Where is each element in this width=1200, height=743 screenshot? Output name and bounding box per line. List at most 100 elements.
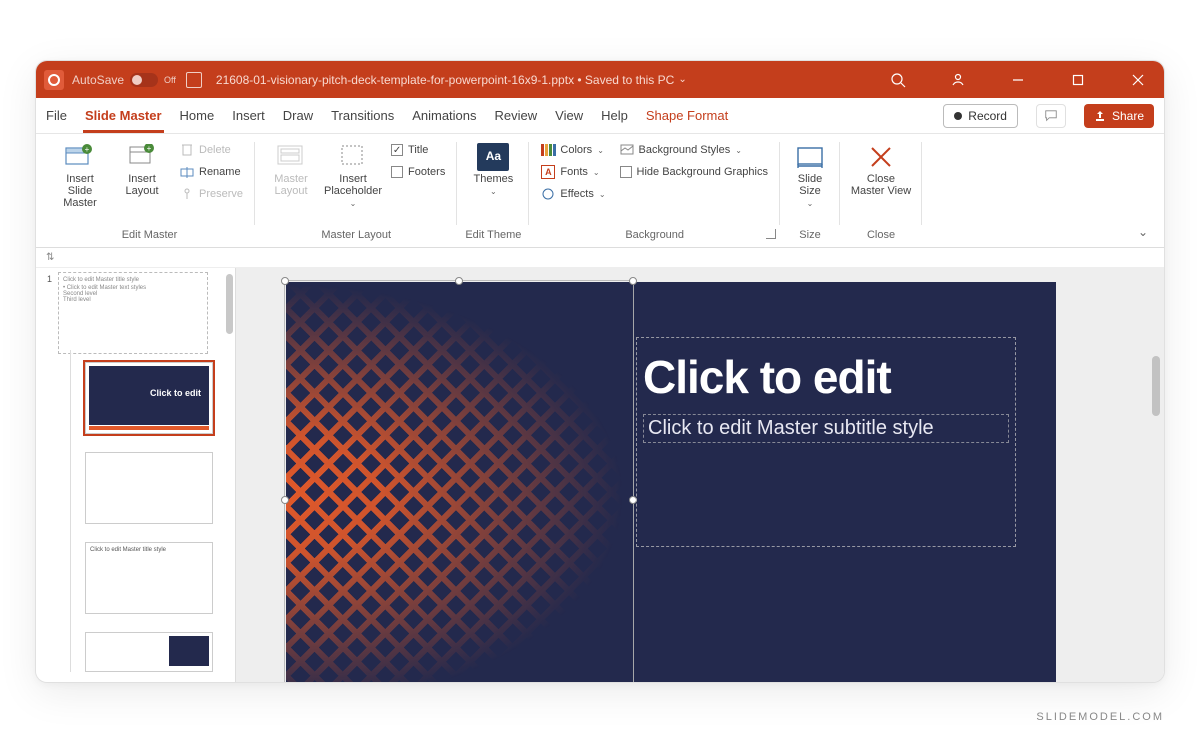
tab-help[interactable]: Help	[601, 98, 628, 133]
tab-slide-master[interactable]: Slide Master	[85, 98, 162, 133]
toggle-switch[interactable]	[130, 73, 158, 87]
slide-canvas-area[interactable]: Click to edit Click to edit Master subti…	[236, 268, 1164, 682]
tab-review[interactable]: Review	[495, 98, 538, 133]
collapse-ribbon-chevron-icon[interactable]: ⌄	[1138, 225, 1148, 239]
tab-view[interactable]: View	[555, 98, 583, 133]
share-button[interactable]: Share	[1084, 104, 1154, 128]
title-text[interactable]: Click to edit	[643, 350, 1009, 404]
tab-insert[interactable]: Insert	[232, 98, 265, 133]
group-close-label: Close	[867, 227, 895, 243]
slide-canvas[interactable]: Click to edit Click to edit Master subti…	[286, 282, 1056, 682]
selection-handle[interactable]	[281, 496, 289, 504]
qat-chevron-icon[interactable]: ⇅	[46, 252, 54, 263]
background-styles-dropdown[interactable]: Background Styles⌄	[616, 140, 772, 160]
canvas-scrollbar[interactable]	[1152, 356, 1160, 416]
minimize-button[interactable]	[1000, 66, 1036, 94]
titlebar: AutoSave Off 21608-01-visionary-pitch-de…	[36, 61, 1164, 98]
tab-home[interactable]: Home	[180, 98, 215, 133]
group-background: Colors⌄ AFonts⌄ Effects⌄ Background Styl…	[529, 134, 780, 243]
close-button[interactable]	[1120, 66, 1156, 94]
rename-button[interactable]: Rename	[176, 162, 247, 182]
share-label: Share	[1112, 109, 1144, 123]
selection-handle[interactable]	[455, 277, 463, 285]
themes-button[interactable]: Aa Themes ⌄	[465, 140, 521, 212]
group-size: Slide Size ⌄ Size	[780, 134, 840, 243]
selection-outline[interactable]	[284, 280, 634, 682]
group-close: Close Master View Close	[840, 134, 922, 243]
record-button[interactable]: Record	[943, 104, 1018, 128]
title-chevron-icon[interactable]: ⌄	[678, 74, 686, 85]
comments-button[interactable]	[1036, 104, 1066, 128]
rename-icon	[180, 165, 194, 179]
group-background-label: Background	[625, 227, 684, 243]
insert-placeholder-button[interactable]: Insert Placeholder ⌄	[325, 140, 381, 212]
dialog-launcher-icon[interactable]	[766, 229, 776, 239]
slide-size-button[interactable]: Slide Size ⌄	[788, 140, 832, 212]
footers-checkbox[interactable]: Footers	[387, 162, 449, 182]
layout-thumbnail-4[interactable]	[85, 632, 213, 672]
delete-button: Delete	[176, 140, 247, 160]
record-label: Record	[968, 109, 1007, 123]
svg-text:+: +	[147, 144, 152, 153]
selection-handle[interactable]	[629, 277, 637, 285]
app-window: AutoSave Off 21608-01-visionary-pitch-de…	[35, 60, 1165, 683]
subtitle-text[interactable]: Click to edit Master subtitle style	[648, 417, 1004, 440]
ribbon: + Insert Slide Master + Insert Layout De…	[36, 134, 1164, 248]
scrollbar-thumb[interactable]	[226, 274, 233, 334]
insert-layout-label: Insert Layout	[125, 173, 158, 197]
powerpoint-app-icon	[44, 70, 64, 90]
effects-icon	[541, 187, 555, 201]
layout-thumbnail-3[interactable]: Click to edit Master title style	[85, 542, 213, 614]
hide-background-checkbox[interactable]: Hide Background Graphics	[616, 162, 772, 182]
search-icon[interactable]	[880, 66, 916, 94]
ribbon-tabs: File Slide Master Home Insert Draw Trans…	[36, 98, 1164, 134]
preserve-icon	[180, 187, 194, 201]
layout-thumbnail-2[interactable]	[85, 452, 213, 524]
group-edit-master: + Insert Slide Master + Insert Layout De…	[44, 134, 255, 243]
fonts-dropdown[interactable]: AFonts⌄	[537, 162, 609, 182]
layout-thumbnail-1[interactable]: Click to edit	[85, 362, 213, 434]
effects-dropdown[interactable]: Effects⌄	[537, 184, 609, 204]
selection-handle[interactable]	[281, 277, 289, 285]
toggle-knob	[132, 75, 142, 85]
chevron-down-icon: ⌄	[350, 200, 357, 209]
group-size-label: Size	[799, 227, 820, 243]
svg-text:+: +	[85, 145, 90, 154]
checkbox-icon	[391, 166, 403, 178]
insert-slide-master-button[interactable]: + Insert Slide Master	[52, 140, 108, 212]
preserve-button: Preserve	[176, 184, 247, 204]
record-dot-icon	[954, 112, 962, 120]
master-thumbnail[interactable]: 1 Click to edit Master title style • Cli…	[42, 272, 225, 354]
thumbnail-panel[interactable]: 1 Click to edit Master title style • Cli…	[36, 268, 236, 682]
title-checkbox[interactable]: ✓Title	[387, 140, 449, 160]
master-number: 1	[42, 272, 52, 354]
group-master-layout-label: Master Layout	[321, 227, 391, 243]
chevron-down-icon: ⌄	[807, 200, 814, 209]
insert-layout-button[interactable]: + Insert Layout	[114, 140, 170, 212]
fonts-icon: A	[541, 165, 555, 179]
tab-draw[interactable]: Draw	[283, 98, 313, 133]
group-edit-master-label: Edit Master	[122, 227, 178, 243]
tab-transitions[interactable]: Transitions	[331, 98, 394, 133]
tab-shape-format[interactable]: Shape Format	[646, 98, 728, 133]
close-master-view-button[interactable]: Close Master View	[848, 140, 914, 212]
autosave-toggle[interactable]: AutoSave Off	[72, 73, 176, 87]
checkbox-icon	[620, 166, 632, 178]
autosave-state: Off	[164, 75, 176, 85]
document-title[interactable]: 21608-01-visionary-pitch-deck-template-f…	[216, 73, 674, 87]
maximize-button[interactable]	[1060, 66, 1096, 94]
account-icon[interactable]	[940, 66, 976, 94]
save-icon[interactable]	[186, 72, 202, 88]
title-placeholder[interactable]: Click to edit Click to edit Master subti…	[636, 337, 1016, 547]
bg-styles-icon	[620, 143, 634, 157]
chevron-down-icon: ⌄	[490, 188, 497, 197]
colors-dropdown[interactable]: Colors⌄	[537, 140, 609, 160]
work-area: 1 Click to edit Master title style • Cli…	[36, 268, 1164, 682]
subtitle-placeholder[interactable]: Click to edit Master subtitle style	[643, 414, 1009, 443]
colors-icon	[541, 143, 555, 157]
tab-file[interactable]: File	[46, 98, 67, 133]
master-layout-button: Master Layout	[263, 140, 319, 212]
delete-icon	[180, 143, 194, 157]
insert-slide-master-label: Insert Slide Master	[53, 173, 107, 209]
tab-animations[interactable]: Animations	[412, 98, 476, 133]
